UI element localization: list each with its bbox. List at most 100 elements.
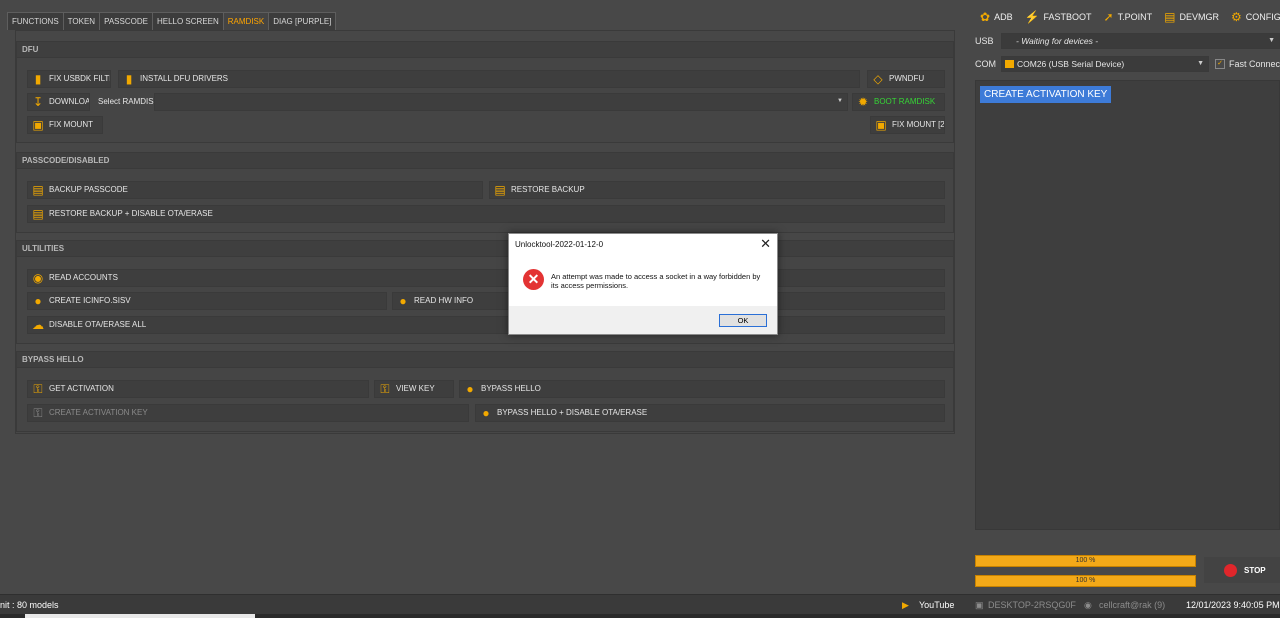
right-toolbar: ✿ ADB ⚡ FASTBOOT ➚ T.POINT ▤ DEVMGR ⚙ CONFIG: [974, 6, 1280, 28]
com-port-select[interactable]: COM26 (USB Serial Device) ▼: [1001, 56, 1209, 72]
create-activation-key-button[interactable]: ⚿ CREATE ACTIVATION KEY: [27, 404, 469, 422]
close-icon[interactable]: ✕: [760, 236, 771, 252]
bypass-hello-disable-label: BYPASS HELLO + DISABLE OTA/ERASE: [497, 408, 648, 417]
stop-icon: [1224, 563, 1237, 577]
stop-label: STOP: [1244, 565, 1266, 575]
com-label: COM: [975, 59, 996, 69]
cloud-icon: ☁: [32, 318, 44, 332]
account-icon: ◉: [32, 271, 44, 285]
dialog-message: An attempt was made to access a socket i…: [551, 272, 761, 290]
ramdisk-panel: DFU ▮ FIX USBDK FILTER ▮ INSTALL DFU DRIVE…: [15, 30, 955, 434]
view-key-button[interactable]: ⚿ VIEW KEY: [374, 380, 454, 398]
tab-ramdisk[interactable]: RAMDISK: [222, 12, 270, 30]
gear-icon: ⚙: [1230, 10, 1242, 24]
boot-ramdisk-label: BOOT RAMDISK: [874, 97, 936, 106]
key-icon: ⚿: [33, 406, 43, 420]
main-tabs: FUNCTIONS TOKEN PASSCODE HELLO SCREEN RA…: [7, 12, 337, 30]
disable-ota-erase-label: DISABLE OTA/ERASE ALL: [49, 320, 147, 329]
utilities-section: ULTILITIES ◉ READ ACCOUNTS ● CREATE ICINFO…: [16, 240, 954, 344]
dfu-section: DFU ▮ FIX USBDK FILTER ▮ INSTALL DFU DRIVE…: [16, 41, 954, 143]
database-icon: ▤: [32, 207, 44, 221]
hdd-icon: ▣: [32, 118, 44, 132]
restore-backup-button[interactable]: ▤ RESTORE BACKUP: [489, 181, 945, 199]
taskbar-highlight: [25, 614, 255, 618]
chevron-down-icon[interactable]: ▼: [1268, 34, 1275, 48]
log-panel: [975, 80, 1280, 530]
lock-icon: ◇: [873, 72, 883, 86]
install-dfu-drivers-button[interactable]: ▮ INSTALL DFU DRIVERS: [118, 70, 860, 88]
devmgr-button[interactable]: ▤ DEVMGR: [1164, 10, 1219, 24]
error-icon: ✕: [523, 269, 544, 290]
fix-mount-2-button[interactable]: ▣ FIX MOUNT [2]: [870, 116, 945, 134]
usb-device-select[interactable]: - Waiting for devices - ▼: [1001, 33, 1280, 49]
tab-diag-purple[interactable]: DIAG [PURPLE]: [268, 12, 337, 30]
download-label: DOWNLOAD: [49, 97, 90, 106]
config-button[interactable]: ⚙ CONFIG: [1231, 10, 1280, 24]
select-ramdisk-label: Select RAMDISK: [98, 97, 159, 106]
user-icon: ◉: [1084, 600, 1092, 610]
stop-button[interactable]: STOP: [1204, 557, 1280, 583]
progress-bar-2: 100 %: [975, 575, 1196, 587]
ok-button[interactable]: OK: [719, 314, 767, 327]
tpoint-button[interactable]: ➚ T.POINT: [1104, 10, 1153, 24]
pwndfu-label: PWNDFU: [889, 74, 925, 83]
status-desktop: DESKTOP-2RSQG0F: [988, 600, 1076, 610]
fix-mount-button[interactable]: ▣ FIX MOUNT: [27, 116, 103, 134]
youtube-link[interactable]: YouTube: [919, 595, 954, 615]
fast-connect-label: Fast Connect: [1229, 59, 1280, 69]
apple-icon: ●: [399, 294, 407, 308]
lightning-icon: ⚡: [1024, 10, 1040, 24]
database-icon: ▤: [494, 183, 506, 197]
restore-backup-disable-button[interactable]: ▤ RESTORE BACKUP + DISABLE OTA/ERASE: [27, 205, 945, 223]
fast-connect-checkbox[interactable]: ✓: [1215, 59, 1225, 69]
download-button[interactable]: ↧ DOWNLOAD: [27, 93, 90, 111]
dialog-footer: OK: [509, 306, 777, 334]
chevron-down-icon[interactable]: ▼: [1197, 57, 1204, 71]
boot-sun-icon: ✹: [857, 95, 869, 109]
read-accounts-button[interactable]: ◉ READ ACCOUNTS: [27, 269, 945, 287]
get-activation-button[interactable]: ⚿ GET ACTIVATION: [27, 380, 369, 398]
ramdisk-select[interactable]: ▼: [154, 93, 848, 111]
backup-passcode-label: BACKUP PASSCODE: [49, 185, 128, 194]
tab-functions[interactable]: FUNCTIONS: [7, 12, 64, 30]
status-bar: nit : 80 models ▶ YouTube ▣ DESKTOP-2RSQ…: [0, 594, 1280, 614]
boot-ramdisk-button[interactable]: ✹ BOOT RAMDISK: [852, 93, 945, 111]
usb-label: USB: [975, 36, 994, 46]
bypass-hello-disable-button[interactable]: ● BYPASS HELLO + DISABLE OTA/ERASE: [475, 404, 945, 422]
error-dialog: Unlocktool-2022-01-12-0 ✕ ✕ An attempt w…: [508, 233, 778, 335]
read-accounts-label: READ ACCOUNTS: [49, 273, 118, 282]
backup-passcode-button[interactable]: ▤ BACKUP PASSCODE: [27, 181, 483, 199]
pwndfu-button[interactable]: ◇ PWNDFU: [867, 70, 945, 88]
utilities-section-title: ULTILITIES: [17, 241, 953, 257]
create-icinfo-button[interactable]: ● CREATE ICINFO.SISV: [27, 292, 387, 310]
chevron-down-icon[interactable]: ▼: [837, 98, 843, 104]
tab-token[interactable]: TOKEN: [62, 12, 101, 30]
fastboot-button[interactable]: ⚡ FASTBOOT: [1025, 10, 1092, 24]
passcode-section: PASSCODE/DISABLED ▤ BACKUP PASSCODE ▤ REST…: [16, 152, 954, 233]
usb-device-value: - Waiting for devices -: [1016, 36, 1099, 46]
restore-backup-label: RESTORE BACKUP: [511, 185, 585, 194]
youtube-icon[interactable]: ▶: [902, 595, 909, 615]
restore-backup-disable-label: RESTORE BACKUP + DISABLE OTA/ERASE: [49, 209, 213, 218]
tab-passcode[interactable]: PASSCODE: [99, 12, 153, 30]
disable-ota-erase-button[interactable]: ☁ DISABLE OTA/ERASE ALL: [27, 316, 945, 334]
apple-icon: ●: [482, 406, 490, 420]
fix-usbdk-filter-button[interactable]: ▮ FIX USBDK FILTER: [27, 70, 111, 88]
tab-hello-screen[interactable]: HELLO SCREEN: [151, 12, 224, 30]
bypass-hello-section-title: BYPASS HELLO: [17, 352, 953, 368]
passcode-section-title: PASSCODE/DISABLED: [17, 153, 953, 169]
bypass-hello-label: BYPASS HELLO: [481, 384, 541, 393]
download-icon: ↧: [32, 95, 44, 109]
bypass-hello-button[interactable]: ● BYPASS HELLO: [459, 380, 945, 398]
unlocktool-window: FUNCTIONS TOKEN PASSCODE HELLO SCREEN RA…: [0, 0, 1280, 618]
bug-icon: ✿: [980, 10, 991, 24]
adb-button[interactable]: ✿ ADB: [980, 10, 1013, 24]
apple-icon: ●: [34, 294, 42, 308]
create-activation-key-label: CREATE ACTIVATION KEY: [49, 408, 148, 417]
fastboot-label: FASTBOOT: [1043, 12, 1092, 22]
fix-mount-2-label: FIX MOUNT [2]: [892, 120, 945, 129]
com-port-value: COM26 (USB Serial Device): [1017, 59, 1125, 69]
install-dfu-drivers-label: INSTALL DFU DRIVERS: [140, 74, 229, 83]
log-create-activation-key-link[interactable]: CREATE ACTIVATION KEY: [980, 86, 1112, 103]
status-user: cellcraft@rak (9): [1099, 600, 1166, 610]
